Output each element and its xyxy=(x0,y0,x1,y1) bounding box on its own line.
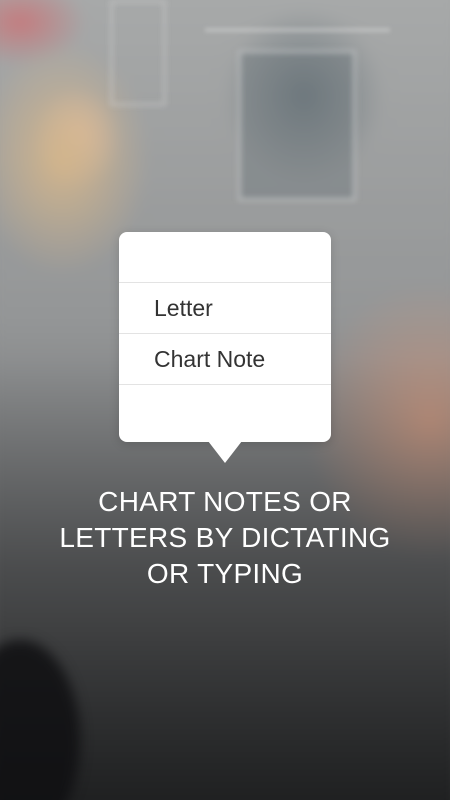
menu-item-chart-note[interactable]: Chart Note xyxy=(119,333,331,384)
menu-item-label: Chart Note xyxy=(154,345,266,372)
background-shelf xyxy=(205,28,390,32)
caption-line: CHART NOTES OR xyxy=(98,486,352,517)
document-type-popover: Letter Chart Note xyxy=(119,232,331,442)
menu-divider xyxy=(119,384,331,385)
caption-line: OR TYPING xyxy=(146,558,304,589)
onboarding-caption: CHART NOTES OR LETTERS BY DICTATING OR T… xyxy=(0,484,450,592)
menu-item-letter[interactable]: Letter xyxy=(119,282,331,333)
caption-line: LETTERS BY DICTATING xyxy=(59,522,391,553)
background-picture-frame xyxy=(110,0,166,106)
popover-pointer xyxy=(208,441,242,463)
background-wall-art xyxy=(238,50,356,201)
menu-item-label: Letter xyxy=(154,294,213,321)
onboarding-screen: Letter Chart Note CHART NOTES OR LETTERS… xyxy=(0,0,450,800)
